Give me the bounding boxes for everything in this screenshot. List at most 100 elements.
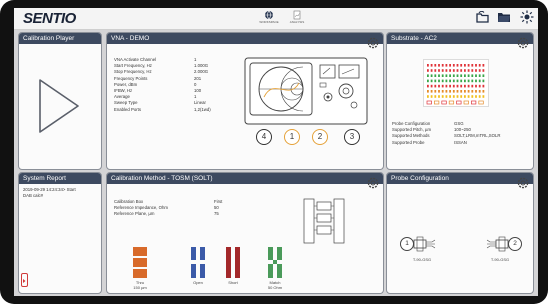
- calibration-method-panel: Calibration Method - TOSM (SOLT) Calibra…: [106, 172, 384, 294]
- open-standard[interactable]: [191, 247, 205, 278]
- gear-icon[interactable]: [516, 176, 530, 190]
- substrate-structure: [482, 64, 485, 67]
- port-1-button[interactable]: 1: [284, 129, 300, 145]
- substrate-structure: [456, 64, 459, 67]
- standard-detail: 150 µm: [133, 285, 147, 290]
- probe-1-label: T-90-GSG: [412, 257, 432, 262]
- port-3-button[interactable]: 3: [344, 129, 360, 145]
- substrate-structure: [452, 79, 455, 83]
- substrate-structure: [449, 90, 451, 93]
- substrate-structure: [430, 79, 433, 83]
- substrate-structure: [475, 79, 477, 83]
- calibration-params: Calibration Box First Reference Impedance…: [114, 199, 222, 218]
- param-key: Enabled Ports: [114, 106, 141, 112]
- workspace-button[interactable]: WORKSPACE: [254, 10, 284, 24]
- substrate-structure: [441, 69, 444, 72]
- globe-icon: [265, 10, 273, 20]
- short-standard[interactable]: [226, 247, 240, 278]
- chevron-right-icon: [23, 279, 26, 283]
- folder-icon[interactable]: [497, 11, 511, 23]
- short-standard-icon: [226, 247, 240, 278]
- substrate-structure: [441, 74, 444, 77]
- substrate-structure: [434, 69, 437, 72]
- param-row: Reference Plane, µm 75: [114, 211, 222, 217]
- substrate-structure: [482, 90, 485, 93]
- panel-title: Calibration Method - TOSM (SOLT): [107, 173, 383, 184]
- substrate-structure: [427, 90, 429, 93]
- substrate-structure: [430, 95, 433, 98]
- substrate-structure: [464, 84, 466, 88]
- substrate-structure: [464, 90, 466, 93]
- substrate-structure: [475, 69, 477, 72]
- substrate-structure: [434, 84, 437, 88]
- port-4-button[interactable]: 4: [256, 129, 272, 145]
- substrate-structure: [427, 64, 429, 67]
- substrate-structure: [460, 74, 463, 77]
- app-logo: SENTIO: [23, 10, 76, 27]
- substrate-structure: [438, 95, 440, 98]
- probe-1-port: 1: [405, 240, 409, 247]
- thru-standard[interactable]: [133, 247, 147, 278]
- substrate-structure: [441, 64, 444, 67]
- log-line: DAB calc#: [23, 192, 44, 198]
- substrate-structure: [438, 79, 440, 83]
- settings-sun-icon[interactable]: [520, 10, 534, 24]
- substrate-panel: Substrate - AC2 Probe Configuration GSG S…: [386, 32, 534, 170]
- substrate-structure: [449, 79, 451, 83]
- substrate-structure: [430, 69, 433, 72]
- substrate-structure: [445, 95, 448, 98]
- param-key: Reference Plane, µm: [114, 211, 155, 217]
- probe-1[interactable]: 1 T-90-GSG: [399, 235, 445, 262]
- substrate-structure: [478, 74, 481, 77]
- substrate-structure: [471, 84, 474, 88]
- probe-2-port: 2: [513, 240, 517, 247]
- substrate-structure: [456, 69, 459, 72]
- probe-2[interactable]: 2 T-90-GSG: [477, 235, 523, 262]
- substrate-chip-map[interactable]: [423, 59, 489, 107]
- substrate-structure: [471, 90, 474, 93]
- substrate-structure: [475, 84, 477, 88]
- substrate-structure: [449, 64, 451, 67]
- substrate-structure: [438, 74, 440, 77]
- app-screen: SENTIO WORKSPACE ANALYSIS Calibration Pl…: [14, 8, 538, 296]
- substrate-structure: [475, 90, 477, 93]
- vna-panel: VNA - DEMO VNA Activate Channel 1 Start F…: [106, 32, 384, 170]
- substrate-structure: [464, 64, 466, 67]
- substrate-structure: [449, 69, 451, 72]
- param-row: Supported Probe ISSAN: [392, 140, 500, 146]
- param-row: Enabled Ports 1,2(1wd): [114, 107, 211, 113]
- substrate-structure: [475, 64, 477, 67]
- open-folder-icon[interactable]: [476, 11, 490, 23]
- thru-label: Thru 150 µm: [120, 280, 160, 290]
- substrate-structure: [475, 74, 477, 77]
- gear-icon[interactable]: [516, 36, 530, 50]
- substrate-params: Probe Configuration GSG Supported Pitch, …: [392, 121, 500, 146]
- panel-title: System Report: [19, 173, 101, 184]
- substrate-structure: [482, 69, 485, 72]
- substrate-structure: [460, 95, 463, 98]
- device-frame: SENTIO WORKSPACE ANALYSIS Calibration Pl…: [0, 0, 548, 304]
- substrate-structure: [449, 74, 451, 77]
- substrate-structure: [445, 90, 448, 93]
- calibration-structure-diagram: [303, 198, 345, 244]
- play-icon[interactable]: [37, 77, 81, 135]
- gear-icon[interactable]: [366, 36, 380, 50]
- substrate-structure: [434, 79, 437, 83]
- expand-log-button[interactable]: [21, 273, 28, 287]
- substrate-structure: [427, 74, 429, 77]
- analysis-button[interactable]: ANALYSIS: [282, 10, 312, 24]
- gear-icon[interactable]: [366, 176, 380, 190]
- substrate-structure: [434, 95, 437, 98]
- substrate-structure: [430, 64, 433, 67]
- open-standard-icon: [191, 247, 205, 278]
- substrate-structure: [471, 74, 474, 77]
- match-standard[interactable]: [268, 247, 282, 278]
- port-2-button[interactable]: 2: [312, 129, 328, 145]
- substrate-structure: [467, 64, 470, 67]
- substrate-structure: [445, 64, 448, 67]
- calibration-player-panel: Calibration Player: [18, 32, 102, 170]
- analysis-label: ANALYSIS: [289, 20, 305, 24]
- top-bar: SENTIO WORKSPACE ANALYSIS: [14, 8, 538, 30]
- substrate-structure: [467, 74, 470, 77]
- substrate-structure: [467, 90, 470, 93]
